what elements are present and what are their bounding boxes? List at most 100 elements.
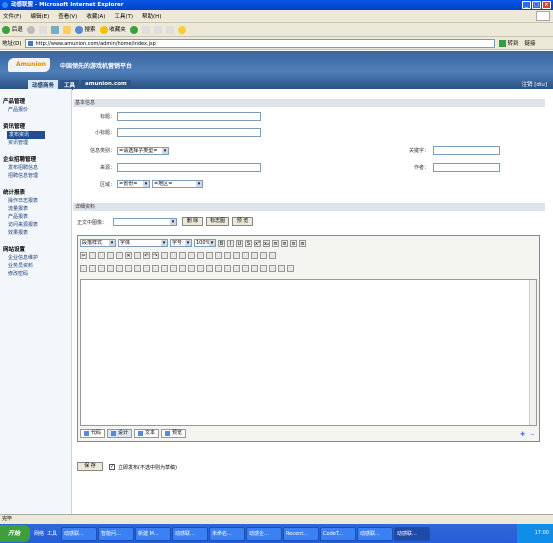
align-left-icon[interactable]: ≡ bbox=[272, 239, 279, 247]
subscript-icon[interactable]: x₂ bbox=[263, 239, 270, 247]
sidebar-item-product-report[interactable]: 产品报表 bbox=[3, 213, 71, 221]
time-icon[interactable] bbox=[260, 264, 267, 272]
taskbar-item[interactable]: 动感企... bbox=[246, 526, 283, 541]
history-icon[interactable] bbox=[129, 25, 138, 34]
logout-link[interactable]: 注销 [diu] bbox=[521, 80, 547, 88]
backward-layer-icon[interactable] bbox=[242, 251, 249, 259]
undo-icon[interactable]: ↶ bbox=[143, 251, 150, 259]
links-button[interactable]: 链接 bbox=[525, 39, 536, 47]
editor-scrollbar[interactable] bbox=[529, 280, 536, 425]
bold-icon[interactable]: B bbox=[218, 239, 225, 247]
textbox-icon[interactable] bbox=[161, 264, 168, 272]
superscript-icon[interactable]: x² bbox=[254, 239, 261, 247]
search-button[interactable]: 搜索 bbox=[74, 25, 96, 34]
back-button[interactable]: 后退 bbox=[2, 25, 23, 34]
expand-icon[interactable]: ✚ bbox=[520, 431, 525, 438]
select-all-icon[interactable] bbox=[134, 251, 141, 259]
sidebar-item-log-report[interactable]: 操作日志报表 bbox=[3, 197, 71, 205]
font-select[interactable]: 字体 bbox=[118, 239, 168, 247]
date-icon[interactable] bbox=[251, 264, 258, 272]
start-button[interactable]: 开始 bbox=[0, 525, 30, 542]
symbol-icon[interactable] bbox=[242, 264, 249, 272]
sidebar-item-effect-report[interactable]: 效果报表 bbox=[3, 229, 71, 237]
minimize-button[interactable]: _ bbox=[522, 1, 531, 9]
unlink-icon[interactable] bbox=[260, 251, 267, 259]
edit-icon[interactable] bbox=[165, 25, 174, 34]
form-icon[interactable] bbox=[152, 264, 159, 272]
delete-button[interactable]: 删 除 bbox=[182, 217, 203, 226]
menu-help[interactable]: 帮助(H) bbox=[142, 12, 161, 20]
ordered-list-icon[interactable] bbox=[170, 251, 177, 259]
stop-icon[interactable] bbox=[38, 25, 47, 34]
menu-view[interactable]: 查看(V) bbox=[58, 12, 77, 20]
menu-file[interactable]: 文件(F) bbox=[3, 12, 21, 20]
mode-design-tab[interactable]: 设计 bbox=[107, 429, 133, 438]
maximize-button[interactable]: □ bbox=[532, 1, 541, 9]
sidebar-item-change-password[interactable]: 修改密码 bbox=[3, 270, 71, 278]
menu-edit[interactable]: 编辑(E) bbox=[30, 12, 49, 20]
sidebar-item-product-quote[interactable]: 产品报价 bbox=[3, 106, 71, 114]
align-right-icon[interactable]: ≡ bbox=[290, 239, 297, 247]
anchor-icon[interactable] bbox=[269, 251, 276, 259]
clean-format-icon[interactable] bbox=[278, 264, 285, 272]
line-icon[interactable] bbox=[215, 264, 222, 272]
sidebar-item-publish-job[interactable]: 发布招聘信息 bbox=[3, 164, 71, 172]
strikethrough-icon[interactable]: S bbox=[245, 239, 252, 247]
sidebar-item-news-manage[interactable]: 资讯管理 bbox=[3, 139, 71, 147]
sidebar-item-traffic-report[interactable]: 流量报表 bbox=[3, 205, 71, 213]
taskbar-item[interactable]: 动感联... bbox=[61, 526, 98, 541]
font-color-icon[interactable] bbox=[206, 251, 213, 259]
menu-tools[interactable]: 工具(T) bbox=[114, 12, 133, 20]
outdent-icon[interactable] bbox=[188, 251, 195, 259]
taskbar-item[interactable]: Recent... bbox=[283, 526, 320, 541]
title-input[interactable] bbox=[117, 112, 261, 121]
flash-icon[interactable] bbox=[89, 264, 96, 272]
button-icon[interactable] bbox=[206, 264, 213, 272]
image-icon[interactable] bbox=[80, 264, 87, 272]
taskbar-item[interactable]: 未命名... bbox=[209, 526, 246, 541]
table-icon[interactable] bbox=[116, 264, 123, 272]
taskbar-item[interactable]: CodeT... bbox=[320, 526, 357, 541]
source-input[interactable] bbox=[117, 163, 261, 172]
editor-content-area[interactable] bbox=[80, 279, 537, 426]
paragraph-style-select[interactable]: 段落样式 bbox=[80, 239, 116, 247]
pointer-icon[interactable] bbox=[161, 251, 168, 259]
justify-icon[interactable]: ≡ bbox=[299, 239, 306, 247]
cut-icon[interactable]: ✂ bbox=[80, 251, 87, 259]
menu-favorites[interactable]: 收藏(A) bbox=[86, 12, 105, 20]
publish-checkbox[interactable]: ✓ bbox=[109, 464, 115, 470]
favorites-button[interactable]: 收藏夹 bbox=[99, 25, 126, 34]
address-input[interactable]: http://www.amunion.com/admin/home/index.… bbox=[24, 38, 495, 48]
fullscreen-icon[interactable] bbox=[287, 264, 294, 272]
quicklaunch-tools[interactable]: 工具 bbox=[47, 530, 57, 537]
underline-icon[interactable]: U bbox=[236, 239, 243, 247]
keyword-input[interactable] bbox=[433, 146, 500, 155]
forward-layer-icon[interactable] bbox=[233, 251, 240, 259]
paste-icon[interactable] bbox=[98, 251, 105, 259]
sidebar-item-sales-staff[interactable]: 业务员资料 bbox=[3, 262, 71, 270]
textarea-icon[interactable] bbox=[170, 264, 177, 272]
taskbar-item-active[interactable]: 动感联... bbox=[394, 526, 431, 541]
collapse-icon[interactable]: − bbox=[530, 431, 535, 438]
refresh-icon[interactable] bbox=[50, 25, 59, 34]
zoom-select[interactable]: 100% bbox=[194, 239, 216, 247]
page-break-icon[interactable] bbox=[269, 264, 276, 272]
mode-code-tab[interactable]: 代码 bbox=[80, 429, 106, 438]
media-icon[interactable] bbox=[98, 264, 105, 272]
absolute-position-icon[interactable] bbox=[224, 251, 231, 259]
go-button[interactable]: 转到 bbox=[498, 39, 519, 47]
file-icon[interactable] bbox=[107, 264, 114, 272]
copy-icon[interactable] bbox=[89, 251, 96, 259]
link-icon[interactable] bbox=[251, 251, 258, 259]
marquee-icon[interactable] bbox=[224, 264, 231, 272]
sidebar-item-company-info[interactable]: 企业信息维护 bbox=[3, 254, 71, 262]
mail-icon[interactable] bbox=[141, 25, 150, 34]
taskbar-item[interactable]: 新建 M... bbox=[135, 526, 172, 541]
taskbar-item[interactable]: 动感联... bbox=[357, 526, 394, 541]
category-select[interactable]: =请选择子类型= bbox=[117, 147, 169, 155]
mode-preview-tab[interactable]: 预览 bbox=[161, 429, 187, 438]
sidebar-item-source-report[interactable]: 访问来源报表 bbox=[3, 221, 71, 229]
logo-image-button[interactable]: 标志图 bbox=[206, 217, 229, 226]
taskbar-item[interactable]: 动感联... bbox=[172, 526, 209, 541]
preview-button[interactable]: 预 览 bbox=[232, 217, 253, 226]
